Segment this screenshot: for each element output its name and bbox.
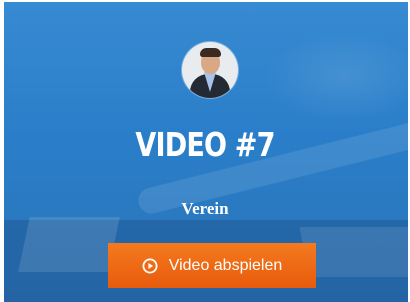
- video-title: VIDEO #7: [135, 125, 275, 164]
- background-laptop-left: [18, 217, 120, 272]
- play-circle-icon: [142, 258, 158, 274]
- play-video-button[interactable]: Video abspielen: [108, 243, 316, 288]
- video-category: Verein: [181, 199, 229, 218]
- background-palm-leaves: [264, 32, 408, 122]
- play-video-label: Video abspielen: [168, 256, 283, 274]
- avatar: [182, 42, 238, 98]
